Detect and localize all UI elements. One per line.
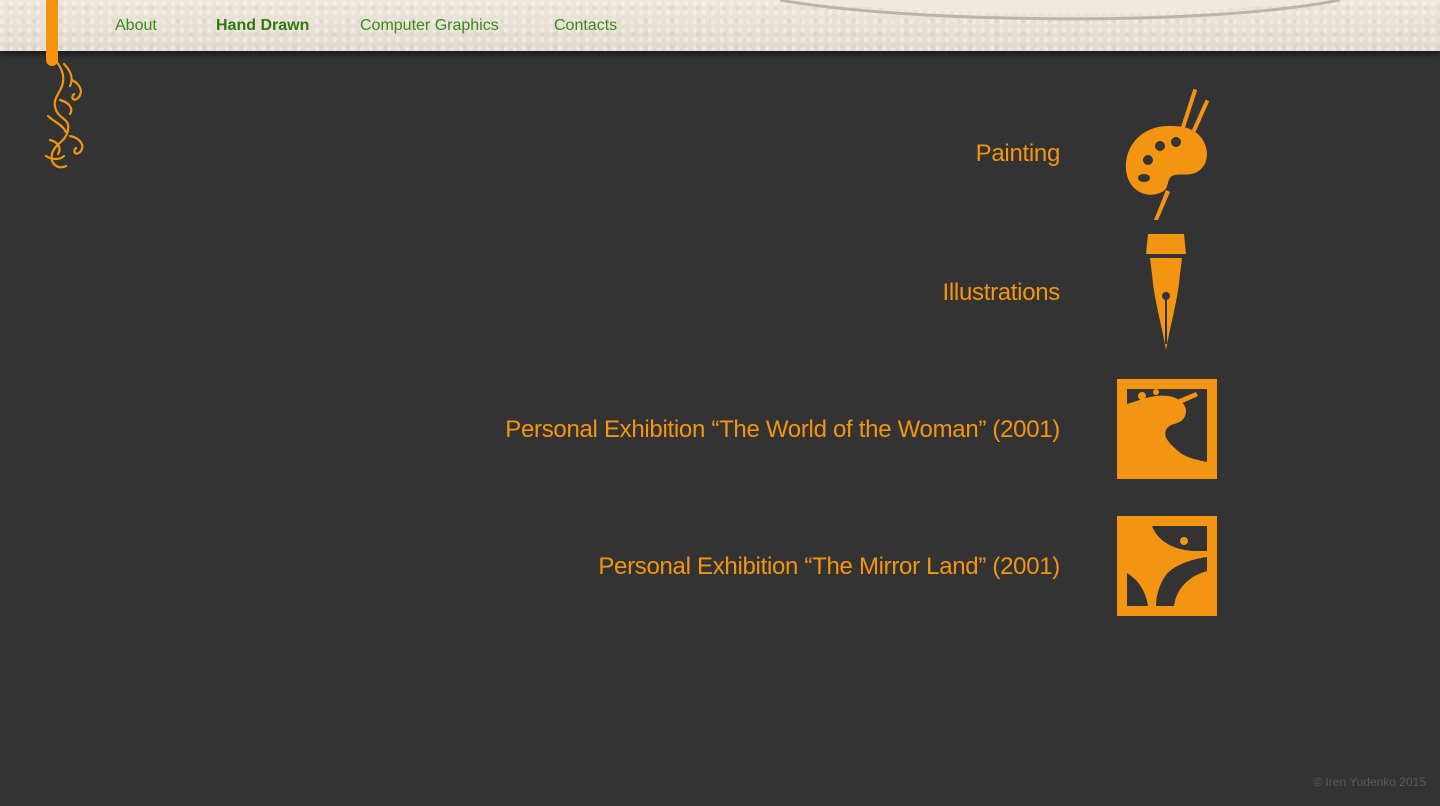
nav-item-hand-drawn[interactable]: Hand Drawn [216,16,309,36]
page: About Hand Drawn Computer Graphics Conta… [0,0,1440,806]
category-label: Personal Exhibition “The Mirror Land” (2… [598,553,1060,580]
copyright-text: © Iren Yudenko 2015 [1313,775,1426,789]
nav-item-about[interactable]: About [115,16,157,36]
paper-swoosh-decoration [780,0,1340,21]
category-painting[interactable]: Painting [0,86,1440,222]
category-label: Painting [975,140,1061,167]
category-illustrations[interactable]: Illustrations [0,230,1440,356]
category-label: Illustrations [942,279,1061,306]
mirror-land-frame-icon [1112,511,1224,623]
main-nav: About Hand Drawn Computer Graphics Conta… [0,0,700,51]
nav-item-contacts[interactable]: Contacts [554,16,617,36]
category-world-of-the-woman[interactable]: Personal Exhibition “The World of the Wo… [0,374,1440,486]
palette-icon [1112,86,1224,222]
nav-item-computer-graphics[interactable]: Computer Graphics [360,16,499,36]
signature-logo[interactable] [40,56,92,174]
category-label: Personal Exhibition “The World of the Wo… [505,416,1060,443]
category-mirror-land[interactable]: Personal Exhibition “The Mirror Land” (2… [0,511,1440,623]
tree-frame-icon [1112,374,1224,486]
top-navigation-bar: About Hand Drawn Computer Graphics Conta… [0,0,1440,51]
signature-logo-icon [44,56,84,169]
fountain-pen-icon [1112,230,1224,356]
